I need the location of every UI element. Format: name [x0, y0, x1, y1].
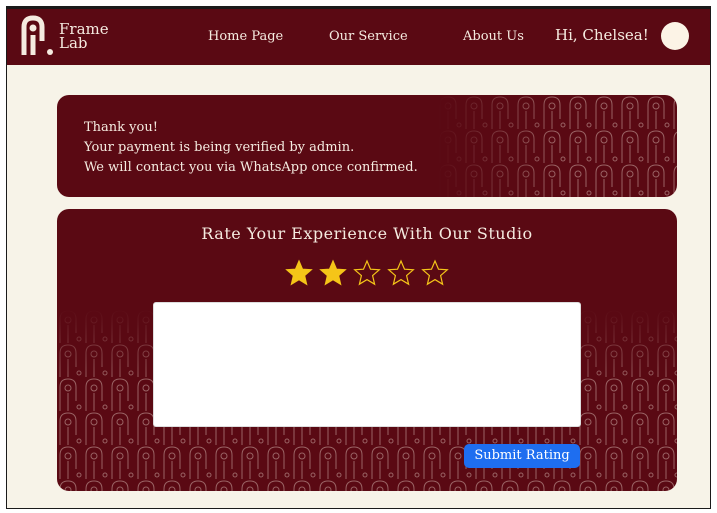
star-empty-icon[interactable]: [421, 259, 449, 287]
logo-line-2: Lab: [59, 34, 88, 52]
nav-home-link[interactable]: Home Page: [208, 29, 283, 44]
confirmation-card: Thank you! Your payment is being verifie…: [57, 95, 677, 197]
thank-you-text: Thank you!: [84, 120, 158, 135]
star-filled-icon[interactable]: [319, 259, 347, 287]
star-rating[interactable]: [285, 259, 449, 287]
logo[interactable]: Frame Lab: [19, 15, 109, 57]
rating-title: Rate Your Experience With Our Studio: [201, 224, 533, 243]
submit-rating-button[interactable]: Submit Rating: [464, 444, 580, 468]
star-empty-icon[interactable]: [353, 259, 381, 287]
star-filled-icon[interactable]: [285, 259, 313, 287]
logo-icon: [21, 15, 53, 55]
star-empty-icon[interactable]: [387, 259, 415, 287]
top-navbar: Frame Lab Home Page Our Service About Us…: [7, 9, 710, 65]
review-textarea[interactable]: [153, 302, 581, 427]
confirmation-message: Thank you! Your payment is being verifie…: [84, 118, 418, 178]
verification-text: Your payment is being verified by admin.: [84, 140, 355, 155]
logo-text: Frame Lab: [59, 22, 109, 52]
contact-text: We will contact you via WhatsApp once co…: [84, 160, 418, 175]
rating-card: Rate Your Experience With Our Studio Sub…: [57, 209, 677, 491]
nav-service-link[interactable]: Our Service: [329, 29, 408, 44]
user-greeting: Hi, Chelsea!: [555, 26, 649, 44]
avatar[interactable]: [661, 22, 689, 50]
app-frame: Frame Lab Home Page Our Service About Us…: [6, 6, 711, 509]
decorative-pattern: [437, 95, 677, 197]
nav-about-link[interactable]: About Us: [463, 29, 524, 44]
